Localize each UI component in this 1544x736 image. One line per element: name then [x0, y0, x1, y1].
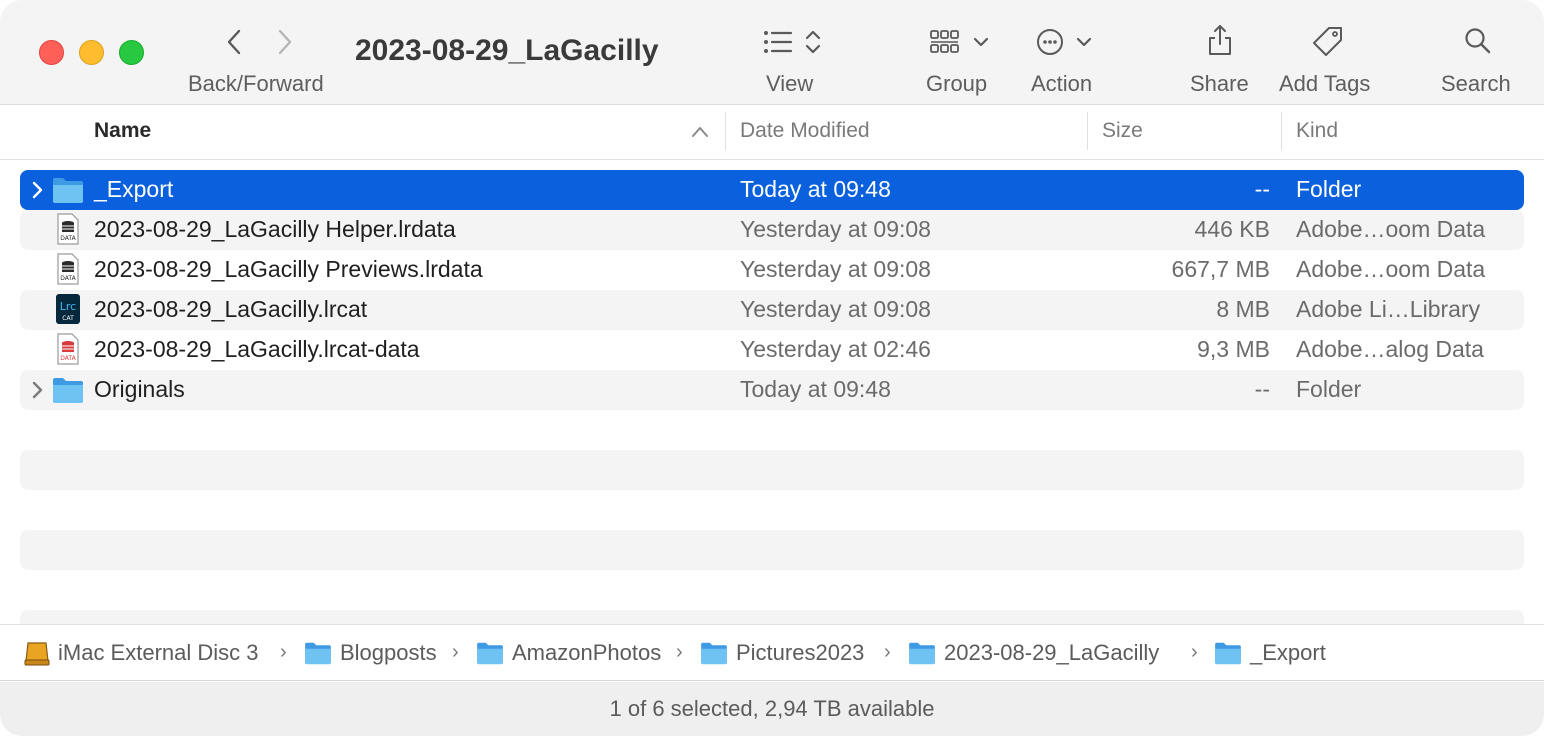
close-window-button[interactable]: [39, 40, 64, 65]
column-header-date-modified[interactable]: Date Modified: [740, 119, 870, 143]
path-separator: ›: [676, 641, 683, 663]
file-kind: Adobe…oom Data: [1296, 256, 1486, 282]
column-divider[interactable]: [725, 112, 726, 150]
file-date-modified: Yesterday at 09:08: [740, 256, 931, 282]
path-bar: iMac External Disc 3 › Blogposts › Amazo…: [0, 624, 1544, 681]
column-divider[interactable]: [1087, 112, 1088, 150]
window-title: 2023-08-29_LaGacilly: [355, 34, 659, 67]
file-date-modified: Yesterday at 09:08: [740, 216, 931, 242]
back-forward-label: Back/Forward: [188, 71, 324, 96]
status-bar: 1 of 6 selected, 2,94 TB available: [0, 682, 1544, 736]
file-kind: Folder: [1296, 376, 1362, 402]
file-date-modified: Yesterday at 02:46: [740, 336, 931, 362]
file-size: 9,3 MB: [1197, 336, 1270, 362]
file-date-modified: Yesterday at 09:08: [740, 296, 931, 322]
file-row[interactable]: _Export Today at 09:48 -- Folder: [20, 170, 1524, 210]
column-header-kind[interactable]: Kind: [1296, 119, 1338, 143]
toolbar: Back/Forward 2023-08-29_LaGacilly View G…: [0, 0, 1544, 105]
lrdata-file-icon: DATA: [56, 253, 80, 285]
file-kind: Adobe…alog Data: [1296, 336, 1484, 362]
finder-window: Back/Forward 2023-08-29_LaGacilly View G…: [0, 0, 1544, 736]
view-label: View: [766, 71, 814, 96]
tag-icon[interactable]: [1312, 26, 1344, 58]
path-item-label: iMac External Disc 3: [58, 640, 259, 665]
share-label: Share: [1190, 71, 1249, 96]
folder-icon: [476, 641, 504, 670]
disclosure-triangle-icon[interactable]: [30, 381, 46, 399]
file-size: --: [1254, 376, 1270, 402]
file-list: _Export Today at 09:48 -- Folder DATA 20…: [0, 162, 1544, 624]
folder-icon: [52, 176, 84, 204]
svg-text:DATA: DATA: [60, 355, 76, 362]
file-name: 2023-08-29_LaGacilly Helper.lrdata: [94, 216, 456, 242]
file-row[interactable]: DATA 2023-08-29_LaGacilly Previews.lrdat…: [20, 250, 1524, 290]
minimize-window-button[interactable]: [79, 40, 104, 65]
search-icon[interactable]: [1464, 27, 1492, 55]
file-date-modified: Today at 09:48: [740, 176, 891, 202]
file-row[interactable]: Originals Today at 09:48 -- Folder: [20, 370, 1524, 410]
file-row[interactable]: Lrc CAT 2023-08-29_LaGacilly.lrcat Yester…: [20, 290, 1524, 330]
zoom-window-button[interactable]: [119, 40, 144, 65]
file-date-modified: Today at 09:48: [740, 376, 891, 402]
empty-row-stripe: [20, 530, 1524, 570]
share-icon[interactable]: [1207, 24, 1233, 56]
column-header-size[interactable]: Size: [1102, 119, 1143, 143]
svg-text:CAT: CAT: [62, 315, 74, 322]
lrcat-data-file-icon: DATA: [56, 333, 80, 365]
file-name: _Export: [94, 176, 174, 202]
disclosure-triangle-icon[interactable]: [30, 181, 46, 199]
lrdata-file-icon: DATA: [56, 213, 80, 245]
svg-text:Lrc: Lrc: [60, 300, 76, 313]
status-text: 1 of 6 selected, 2,94 TB available: [609, 696, 935, 721]
column-divider[interactable]: [1281, 112, 1282, 150]
path-item-label: _Export: [1250, 640, 1326, 665]
empty-row-stripe: [20, 450, 1524, 490]
file-kind: Adobe Li…Library: [1296, 296, 1481, 322]
path-separator: ›: [1191, 641, 1198, 663]
file-size: 8 MB: [1216, 296, 1270, 322]
list-view-icon[interactable]: [763, 28, 827, 56]
path-separator: ›: [280, 641, 287, 663]
back-arrow-icon[interactable]: [224, 28, 244, 56]
group-label: Group: [926, 71, 988, 96]
folder-icon: [52, 376, 84, 404]
lrcat-file-icon: Lrc CAT: [56, 293, 80, 325]
svg-text:DATA: DATA: [60, 235, 76, 242]
folder-icon: [304, 641, 332, 670]
file-kind: Adobe…oom Data: [1296, 216, 1486, 242]
path-separator: ›: [452, 641, 459, 663]
file-name: Originals: [94, 376, 185, 402]
svg-text:DATA: DATA: [60, 275, 76, 282]
add-tags-label: Add Tags: [1279, 71, 1371, 96]
path-item-label: 2023-08-29_LaGacilly: [944, 640, 1160, 665]
action-label: Action: [1031, 71, 1093, 96]
column-header-bar: Name Date Modified Size Kind: [0, 106, 1544, 160]
path-item-label: Pictures2023: [736, 640, 865, 665]
empty-row-stripe: [20, 610, 1524, 624]
file-name: 2023-08-29_LaGacilly.lrcat-data: [94, 336, 420, 362]
file-name: 2023-08-29_LaGacilly Previews.lrdata: [94, 256, 483, 282]
folder-icon: [908, 641, 936, 670]
file-size: --: [1254, 176, 1270, 202]
file-size: 446 KB: [1194, 216, 1270, 242]
folder-icon: [700, 641, 728, 670]
file-size: 667,7 MB: [1171, 256, 1270, 282]
path-item-label: AmazonPhotos: [512, 640, 662, 665]
search-label: Search: [1441, 71, 1511, 96]
path-separator: ›: [884, 641, 891, 663]
path-item-label: Blogposts: [340, 640, 437, 665]
file-kind: Folder: [1296, 176, 1362, 202]
external-disk-icon: [24, 641, 50, 672]
column-header-name[interactable]: Name: [94, 119, 151, 143]
action-ellipsis-icon[interactable]: [1037, 28, 1095, 56]
file-name: 2023-08-29_LaGacilly.lrcat: [94, 296, 368, 322]
forward-arrow-icon[interactable]: [275, 28, 295, 56]
file-row[interactable]: DATA 2023-08-29_LaGacilly Helper.lrdata …: [20, 210, 1524, 250]
sort-ascending-chevron-icon[interactable]: [691, 125, 709, 139]
group-icon[interactable]: [930, 30, 992, 54]
folder-icon: [1214, 641, 1242, 670]
file-row[interactable]: DATA 2023-08-29_LaGacilly.lrcat-data Yes…: [20, 330, 1524, 370]
